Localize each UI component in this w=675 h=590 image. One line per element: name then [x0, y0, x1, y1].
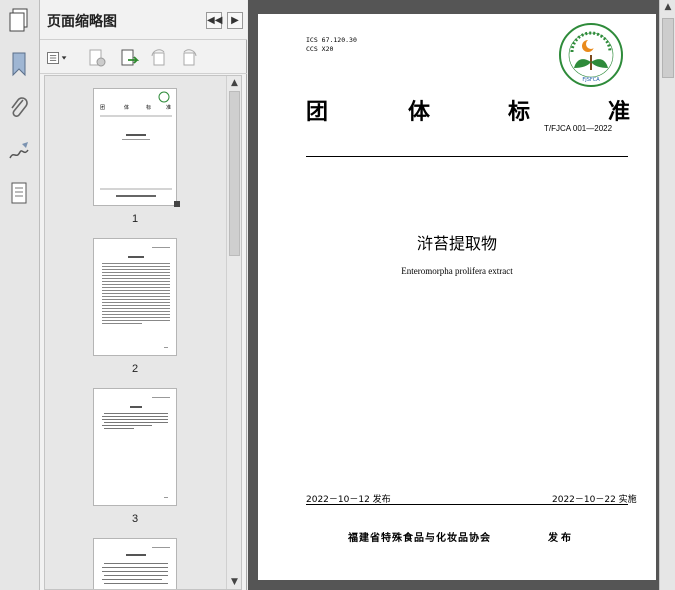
doc-scroll-up-icon[interactable]: ▲ [660, 0, 675, 14]
navigation-rail [0, 0, 40, 590]
scroll-down-icon[interactable]: ▼ [227, 575, 241, 589]
thumbnail-page-2-preview [102, 247, 170, 348]
signature-icon[interactable] [6, 138, 32, 166]
association-logo: FJSFCA [559, 23, 623, 87]
document-page: ICS 67.120.30 CCS X20 FJSFCA 团 体 标 准 T/F… [258, 14, 656, 580]
attachment-icon[interactable] [6, 94, 32, 122]
bottom-rule [306, 504, 628, 505]
document-view: ICS 67.120.30 CCS X20 FJSFCA 团 体 标 准 T/F… [248, 0, 675, 590]
current-page-marker [174, 201, 180, 207]
top-rule [306, 156, 628, 157]
thumbnail-label-3: 3 [131, 513, 139, 525]
logo-text: FJSFCA [582, 77, 600, 83]
thumbnail-page-3-preview [102, 397, 170, 498]
thumbnails-panel: 页面缩略图 ◀◀ ▶ 团 体 标 准 1 2 3 ▲ ▼ [40, 0, 247, 590]
doc-scrollbar-thumb[interactable] [662, 18, 674, 78]
standard-number: T/FJCA 001—2022 [544, 124, 613, 133]
svg-text:团: 团 [100, 105, 105, 111]
thumbnail-page-4[interactable] [93, 538, 177, 589]
delete-page-icon[interactable] [86, 48, 108, 68]
options-menu-icon[interactable] [46, 48, 74, 68]
issue-label: 发布 [548, 533, 574, 544]
heading-char-4: 准 [608, 99, 631, 125]
panel-header: 页面缩略图 ◀◀ ▶ [40, 0, 247, 40]
pdf-viewer: 页面缩略图 ◀◀ ▶ 团 体 标 准 1 2 3 ▲ ▼ ICS 67.120.… [0, 0, 675, 590]
document-title: 浒苔提取物 [416, 234, 497, 253]
thumbnail-scrollbar[interactable]: ▲ ▼ [226, 76, 241, 589]
scrollbar-thumb[interactable] [229, 91, 240, 256]
thumbnail-label-1: 1 [131, 213, 139, 225]
thumbnail-page-1-preview: 团 体 标 准 [100, 91, 172, 197]
heading-char-1: 团 [306, 99, 329, 125]
issuing-organization: 福建省特殊食品与化妆品协会 [348, 533, 491, 544]
page-thumbnails-icon[interactable] [6, 6, 32, 34]
panel-title: 页面缩略图 [47, 14, 117, 30]
rotate-left-icon[interactable] [148, 48, 170, 68]
svg-text:准: 准 [166, 104, 171, 111]
scroll-up-icon[interactable]: ▲ [227, 76, 241, 90]
thumbnail-list: 团 体 标 准 1 2 3 ▲ ▼ [44, 75, 242, 590]
replace-page-icon[interactable] [118, 48, 140, 68]
thumbnail-label-2: 2 [131, 363, 139, 375]
thumbnail-page-2[interactable] [93, 238, 177, 356]
collapse-panel-button[interactable]: ◀◀ [206, 12, 222, 29]
document-scrollbar[interactable]: ▲ [659, 0, 675, 590]
thumbnail-page-3[interactable] [93, 388, 177, 506]
ccs-code: CCS X20 [306, 45, 334, 53]
document-subtitle: Enteromorpha prolifera extract [401, 266, 513, 276]
ics-code: ICS 67.120.30 [306, 36, 357, 44]
rotate-right-icon[interactable] [178, 48, 200, 68]
svg-text:标: 标 [146, 104, 151, 111]
expand-panel-button[interactable]: ▶ [227, 12, 243, 29]
heading-char-2: 体 [408, 99, 431, 125]
layers-icon[interactable] [6, 180, 32, 208]
heading-char-3: 标 [508, 99, 531, 125]
thumbnail-page-4-preview [102, 547, 170, 584]
thumbnail-page-1[interactable]: 团 体 标 准 [93, 88, 177, 206]
svg-text:体: 体 [124, 104, 129, 111]
bookmark-icon[interactable] [6, 50, 32, 78]
thumbnails-toolbar [40, 42, 247, 74]
